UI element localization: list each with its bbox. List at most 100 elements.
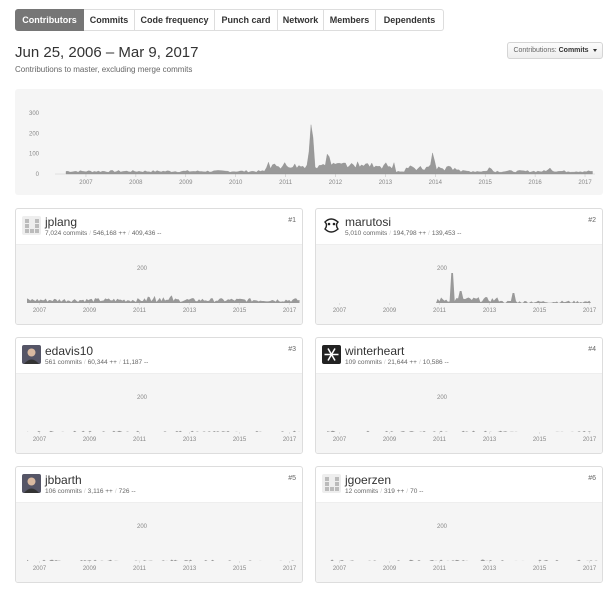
contributor-activity-chart[interactable]: 200 2007 2009 2011 2013 2015 2017 — [316, 373, 602, 453]
x-tick-label: 2014 — [429, 180, 443, 186]
commits-area-series — [65, 124, 593, 175]
contributor-area-series — [327, 430, 600, 432]
avatar-graphic — [22, 345, 41, 364]
x-tick-label: 2009 — [83, 566, 97, 572]
date-range-title: Jun 25, 2006 – Mar 9, 2017 — [15, 44, 199, 61]
additions-count: 319 ++ — [384, 488, 405, 495]
identicon-block — [35, 229, 39, 233]
y-tick-label: 100 — [29, 152, 40, 158]
additions-count: 194,798 ++ — [393, 230, 426, 237]
contributor-chart-svg: 200 2007 2009 2011 2013 2015 2017 — [27, 524, 300, 572]
stats-separator: / — [418, 359, 421, 366]
commit-count: 7,024 commits — [45, 230, 88, 237]
contributor-activity-chart[interactable]: 200 2007 2009 2011 2013 2015 2017 — [16, 373, 302, 453]
select-value: Commits — [558, 47, 589, 54]
identicon-block — [330, 487, 334, 491]
contributor-name-link[interactable]: jbbarth — [45, 473, 82, 487]
contributor-name-link[interactable]: jgoerzen — [345, 473, 391, 487]
x-tick-label: 2015 — [533, 566, 547, 572]
x-tick-label: 2012 — [329, 180, 343, 186]
y-max-label: 200 — [137, 524, 148, 530]
identicon-block — [335, 477, 339, 481]
contributor-card-header: edavis10 561 commits/60,344 ++/11,187 --… — [16, 338, 302, 373]
contributor-name-link[interactable]: marutosi — [345, 215, 391, 229]
contributor-name-link[interactable]: jplang — [45, 215, 77, 229]
deletions-count: 10,586 -- — [422, 359, 449, 366]
y-tick-label: 0 — [36, 172, 40, 178]
contributions-overview-chart[interactable]: 0 100 200 300 2007 2008 2009 2010 2011 2012 2013 20… — [15, 89, 603, 195]
contributor-card-header: jplang 7,024 commits/546,168 ++/409,436 … — [16, 209, 302, 244]
x-tick-label: 2013 — [483, 437, 497, 443]
photo-avatar-icon[interactable] — [22, 474, 41, 493]
x-tick-label: 2017 — [283, 566, 297, 572]
contributor-card-header: jbbarth 106 commits/3,116 ++/726 -- #5 — [16, 467, 302, 502]
avatar-graphic — [22, 474, 41, 493]
contributor-activity-chart[interactable]: 200 2007 2009 2011 2013 2015 2017 — [316, 502, 602, 582]
avatar-eye — [327, 222, 331, 226]
y-max-label: 200 — [437, 524, 448, 530]
x-tick-label: 2015 — [233, 437, 247, 443]
commit-count: 12 commits — [345, 488, 379, 495]
snowflake-avatar-icon[interactable] — [322, 345, 341, 364]
x-tick-label: 2013 — [483, 308, 497, 314]
contributor-rank: #4 — [588, 346, 596, 353]
stats-separator: / — [428, 230, 430, 237]
x-tick-label: 2007 — [33, 437, 47, 443]
contributor-chart-svg: 200 2007 2009 2011 2013 2015 2017 — [27, 395, 300, 443]
identicon-block — [30, 229, 34, 233]
date-range-subtitle: Contributions to master, excluding merge… — [15, 65, 193, 74]
x-tick-label: 2011 — [279, 180, 293, 186]
identicon-grey-icon[interactable] — [322, 474, 341, 493]
cartoon-avatar-icon[interactable] — [322, 216, 341, 235]
tab-punch-card[interactable]: Punch card — [215, 9, 278, 31]
additions-count: 60,344 ++ — [87, 359, 117, 366]
tab-code-frequency[interactable]: Code frequency — [135, 9, 215, 31]
contributor-rank: #6 — [588, 475, 596, 482]
commit-count: 106 commits — [45, 488, 82, 495]
identicon-block — [25, 224, 29, 228]
contributor-name-link[interactable]: winterheart — [345, 344, 404, 358]
tab-network[interactable]: Network — [278, 9, 324, 31]
tab-dependents[interactable]: Dependents — [376, 9, 444, 31]
contributor-chart-svg: 200 2007 2009 2011 2013 2015 2017 — [327, 395, 600, 443]
x-tick-label: 2009 — [383, 437, 397, 443]
contributor-card: winterheart 109 commits/21,644 ++/10,586… — [315, 337, 603, 454]
contributions-type-select[interactable]: Contributions: Commits — [507, 42, 603, 59]
select-prefix: Contributions: — [513, 47, 557, 54]
avatar-graphic — [22, 216, 41, 235]
stats-separator: / — [118, 359, 121, 366]
contributor-stats: 5,010 commits/194,798 ++/139,453 -- — [345, 230, 461, 237]
stats-separator: / — [83, 359, 86, 366]
contributor-stats: 561 commits/60,344 ++/11,187 -- — [45, 359, 148, 366]
contributor-card: jbbarth 106 commits/3,116 ++/726 -- #5 2… — [15, 466, 303, 583]
stats-separator: / — [89, 230, 92, 237]
contributor-rank: #3 — [288, 346, 296, 353]
tab-contributors[interactable]: Contributors — [15, 9, 84, 31]
x-tick-label: 2009 — [383, 308, 397, 314]
tab-bar: Contributors Commits Code frequency Punc… — [15, 9, 444, 31]
x-tick-label: 2017 — [583, 566, 597, 572]
contributor-card: edavis10 561 commits/60,344 ++/11,187 --… — [15, 337, 303, 454]
contributor-activity-chart[interactable]: 200 2007 2009 2011 2013 2015 2017 — [16, 502, 302, 582]
contributor-rank: #1 — [288, 217, 296, 224]
avatar-graphic — [322, 216, 341, 235]
contributor-rank: #5 — [288, 475, 296, 482]
x-tick-label: 2015 — [233, 308, 247, 314]
tab-members[interactable]: Members — [324, 9, 376, 31]
tab-commits[interactable]: Commits — [84, 9, 135, 31]
contributor-area-series — [27, 559, 300, 561]
x-tick-label: 2008 — [129, 180, 143, 186]
commit-count: 561 commits — [45, 359, 82, 366]
contributor-chart-svg: 200 2007 2009 2011 2013 2015 2017 — [27, 266, 300, 314]
stats-separator: / — [380, 488, 383, 495]
contributor-activity-chart[interactable]: 200 2007 2009 2011 2013 2015 2017 — [316, 244, 602, 324]
stats-separator: / — [389, 230, 392, 237]
x-tick-label: 2009 — [83, 308, 97, 314]
contributor-activity-chart[interactable]: 200 2007 2009 2011 2013 2015 2017 — [16, 244, 302, 324]
x-tick-label: 2013 — [183, 308, 197, 314]
identicon-grey-icon[interactable] — [22, 216, 41, 235]
y-max-label: 200 — [137, 395, 148, 401]
contributor-name-link[interactable]: edavis10 — [45, 344, 93, 358]
photo-avatar-icon[interactable] — [22, 345, 41, 364]
x-tick-label: 2013 — [379, 180, 393, 186]
